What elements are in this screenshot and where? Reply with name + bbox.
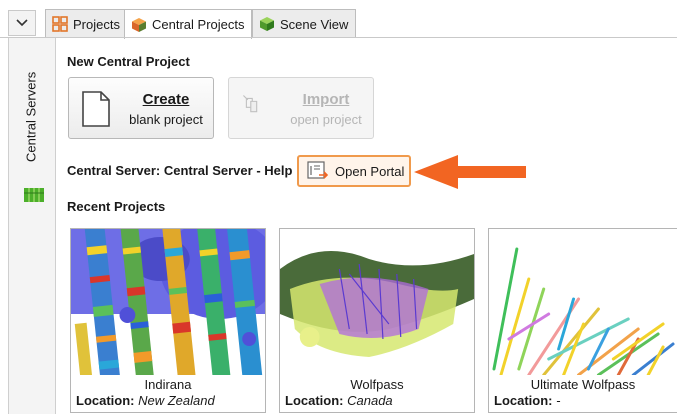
new-central-project-title: New Central Project: [67, 54, 190, 69]
project-thumbnail: [280, 229, 474, 375]
recent-project-card[interactable]: Ultimate Wolfpass Location: -: [488, 228, 677, 413]
recent-project-card[interactable]: Wolfpass Location: Canada: [279, 228, 475, 413]
project-location: Location: Canada: [285, 393, 393, 408]
server-rack-icon[interactable]: [24, 188, 44, 202]
tab-strip-divider: [0, 37, 677, 38]
tab-scene-view-label: Scene View: [280, 16, 349, 32]
callout-arrow: [414, 155, 526, 189]
import-label: Import: [302, 91, 350, 108]
create-sublabel: blank project: [129, 112, 203, 127]
central-servers-tab[interactable]: Central Servers: [22, 52, 40, 182]
tab-list-dropdown[interactable]: [8, 10, 36, 36]
import-sublabel: open project: [290, 112, 362, 127]
project-location: Location: New Zealand: [76, 393, 215, 408]
project-location: Location: -: [494, 393, 561, 408]
project-name: Wolfpass: [350, 377, 404, 392]
project-thumbnail: [489, 229, 677, 375]
import-icon: [243, 95, 258, 113]
import-project-button[interactable]: Import open project: [228, 77, 374, 139]
tab-scene-view[interactable]: Scene View: [252, 9, 357, 38]
chevron-down-icon: [16, 19, 28, 27]
tab-central-projects-label: Central Projects: [152, 17, 245, 32]
tab-projects[interactable]: Projects: [45, 9, 128, 38]
project-name: Ultimate Wolfpass: [530, 377, 636, 392]
recent-project-card[interactable]: Indirana Location: New Zealand: [70, 228, 266, 413]
recent-projects-title: Recent Projects: [67, 199, 166, 214]
central-server-label: Central Server: Central Server - Help: [67, 163, 293, 178]
central-cube-icon: [131, 17, 147, 33]
tab-central-projects[interactable]: Central Projects: [124, 9, 253, 39]
open-portal-icon: [307, 161, 329, 179]
projects-grid-icon: [52, 16, 68, 32]
tab-strip: Projects Central Projects Scene View: [0, 0, 677, 39]
create-blank-project-button[interactable]: Create blank project: [68, 77, 214, 139]
project-name: Indirana: [144, 377, 192, 392]
scene-cube-icon: [259, 16, 275, 32]
side-panel: Central Servers: [8, 38, 56, 414]
tab-projects-label: Projects: [73, 16, 120, 32]
blank-document-icon: [82, 91, 110, 127]
open-portal-label: Open Portal: [335, 163, 405, 179]
project-thumbnail: [71, 229, 265, 375]
create-label: Create: [142, 91, 190, 108]
open-portal-button[interactable]: Open Portal: [297, 155, 411, 187]
